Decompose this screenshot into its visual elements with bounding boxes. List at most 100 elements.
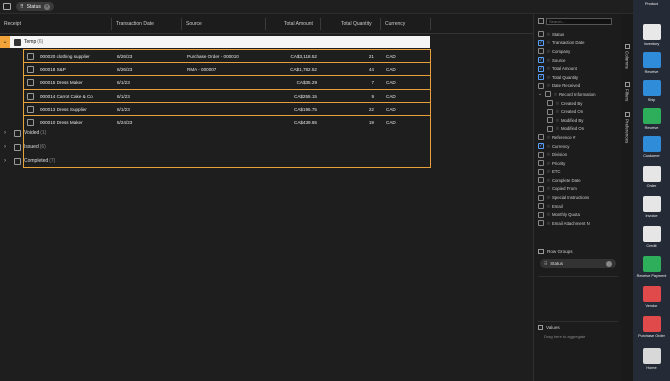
- chevron-right-icon[interactable]: ›: [0, 144, 10, 150]
- row-group-chip[interactable]: ⠿ Status: [540, 259, 616, 268]
- column-checkbox[interactable]: [547, 100, 553, 107]
- grip-icon[interactable]: ⠿: [547, 186, 550, 191]
- nav-item-receive[interactable]: Receive: [633, 108, 670, 130]
- row-checkbox[interactable]: [27, 92, 34, 100]
- table-row[interactable]: 000013 Dress Supplier 6/1/23 CA$195.75 2…: [24, 103, 430, 116]
- grip-icon[interactable]: ⠿: [547, 204, 550, 209]
- column-checkbox[interactable]: [538, 203, 544, 210]
- column-toggle-item[interactable]: ⠿ Monthly Quota: [538, 210, 618, 219]
- column-toggle-item[interactable]: ⠿ Created By: [538, 99, 618, 108]
- column-checkbox[interactable]: [547, 117, 553, 124]
- grip-icon[interactable]: ⠿: [547, 40, 550, 45]
- column-toggle-item[interactable]: ⠿Total Quantity: [538, 73, 618, 82]
- column-toggle-item[interactable]: ⠿ Copied From: [538, 185, 618, 194]
- column-checkbox[interactable]: [538, 57, 544, 64]
- group-row-issued[interactable]: › Issued (6): [0, 141, 46, 153]
- column-toggle-item[interactable]: ⠿ Division: [538, 150, 618, 159]
- grip-icon[interactable]: ⠿: [547, 195, 550, 200]
- column-checkbox[interactable]: [538, 31, 544, 38]
- nav-item-product[interactable]: Product: [633, 0, 670, 6]
- column-checkbox[interactable]: [538, 74, 544, 81]
- nav-item-receive-payment[interactable]: Receive Payment: [633, 256, 670, 278]
- select-all-checkbox[interactable]: [538, 18, 544, 24]
- column-header-currency[interactable]: Currency: [385, 21, 405, 27]
- grip-icon[interactable]: ⠿: [554, 92, 557, 97]
- nav-item-purchase-order[interactable]: Purchase Order: [633, 316, 670, 338]
- grip-icon[interactable]: ⠿: [547, 161, 550, 166]
- grip-icon[interactable]: ⠿: [547, 221, 550, 226]
- grip-icon[interactable]: ⠿: [547, 152, 550, 157]
- row-checkbox[interactable]: [27, 105, 34, 113]
- nav-item-ship[interactable]: Ship: [633, 80, 670, 102]
- nav-item-inventory[interactable]: Inventory: [633, 24, 670, 46]
- nav-item-vendor[interactable]: Vendor: [633, 286, 670, 308]
- column-checkbox[interactable]: [547, 108, 553, 115]
- grip-icon[interactable]: ⠿: [547, 58, 550, 63]
- group-checkbox[interactable]: [14, 38, 21, 46]
- grip-icon[interactable]: ⠿: [556, 126, 559, 131]
- group-checkbox[interactable]: [14, 143, 21, 151]
- column-checkbox[interactable]: [538, 48, 544, 55]
- column-checkbox[interactable]: [538, 151, 544, 158]
- column-toggle-item[interactable]: ⠿ Created On: [538, 107, 618, 116]
- column-checkbox[interactable]: [538, 220, 544, 227]
- column-toggle-item[interactable]: ⠿ Status: [538, 30, 618, 39]
- grip-icon[interactable]: ⠿: [547, 135, 550, 140]
- column-toggle-item[interactable]: ⠿ Special Instructions: [538, 193, 618, 202]
- chevron-down-icon[interactable]: ⌄: [0, 36, 10, 48]
- column-header-total-amount[interactable]: Total Amount: [284, 21, 313, 27]
- column-checkbox[interactable]: [547, 125, 553, 132]
- nav-item-credit[interactable]: Credit: [633, 226, 670, 248]
- column-checkbox[interactable]: [538, 211, 544, 218]
- column-checkbox[interactable]: [545, 91, 551, 98]
- column-header-transaction-date[interactable]: Transaction Date: [116, 21, 154, 27]
- group-row-completed[interactable]: › Completed (7): [0, 155, 55, 167]
- table-row[interactable]: 000015 Dress Maker 6/1/23 CA$35.29 7 CAD: [24, 76, 430, 90]
- chevron-right-icon[interactable]: ›: [0, 158, 10, 164]
- column-header-receipt[interactable]: Receipt: [4, 21, 21, 27]
- column-search-input[interactable]: [546, 17, 612, 25]
- column-toggle-item[interactable]: ⠿ Modified By: [538, 116, 618, 125]
- grip-icon[interactable]: ⠿: [547, 66, 550, 71]
- grip-icon[interactable]: ⠿: [547, 75, 550, 80]
- table-row[interactable]: 000014 Carrot Cake & Co 6/1/23 CA$255.15…: [24, 90, 430, 103]
- nav-item-order[interactable]: Order: [633, 166, 670, 188]
- column-checkbox[interactable]: [538, 185, 544, 192]
- column-toggle-item[interactable]: ⠿ Email Attachment N: [538, 219, 618, 228]
- nav-item-customer[interactable]: Customer: [633, 136, 670, 158]
- column-checkbox[interactable]: [538, 65, 544, 72]
- row-checkbox[interactable]: [27, 53, 34, 60]
- column-checkbox[interactable]: [538, 194, 544, 201]
- tab-preferences[interactable]: Preferences: [623, 112, 631, 143]
- column-checkbox[interactable]: [538, 82, 544, 89]
- grip-icon[interactable]: ⠿: [556, 109, 559, 114]
- grip-icon[interactable]: ⠿: [547, 83, 550, 88]
- column-checkbox[interactable]: [538, 134, 544, 141]
- grip-icon[interactable]: ⠿: [547, 169, 550, 174]
- column-checkbox[interactable]: [538, 177, 544, 184]
- nav-item-invoice[interactable]: Invoice: [633, 196, 670, 218]
- column-toggle-item[interactable]: ⠿Transaction Date: [538, 39, 618, 48]
- chevron-down-icon[interactable]: ⌄: [538, 91, 545, 97]
- row-checkbox[interactable]: [27, 118, 34, 126]
- tab-filters[interactable]: Filters: [623, 82, 631, 101]
- column-checkbox[interactable]: [538, 143, 544, 150]
- column-toggle-item[interactable]: ⠿ Reference #: [538, 133, 618, 142]
- column-toggle-item[interactable]: ⠿ ETC: [538, 168, 618, 177]
- group-panel-icon[interactable]: [3, 3, 11, 10]
- tab-columns[interactable]: Columns: [623, 44, 631, 69]
- nav-item-receive[interactable]: Receive: [633, 52, 670, 74]
- column-checkbox[interactable]: [538, 160, 544, 167]
- column-toggle-item[interactable]: ⠿ Modified On: [538, 125, 618, 134]
- grip-icon[interactable]: ⠿: [556, 101, 559, 106]
- grip-icon[interactable]: ⠿: [556, 118, 559, 123]
- grouping-chip[interactable]: ⠿ Status ×: [16, 2, 54, 11]
- table-row[interactable]: 000018 S&P 6/26/23 RMA - 000007 CA$1,782…: [24, 63, 430, 77]
- grip-icon[interactable]: ⠿: [547, 49, 550, 54]
- column-toggle-item[interactable]: ⠿ Priority: [538, 159, 618, 168]
- group-row-voided[interactable]: › Voided (1): [0, 127, 46, 139]
- column-toggle-item[interactable]: ⠿ Company: [538, 47, 618, 56]
- group-checkbox[interactable]: [14, 129, 21, 137]
- column-toggle-item[interactable]: ⠿ Complete Date: [538, 176, 618, 185]
- column-toggle-item[interactable]: ⠿ Date Received: [538, 82, 618, 91]
